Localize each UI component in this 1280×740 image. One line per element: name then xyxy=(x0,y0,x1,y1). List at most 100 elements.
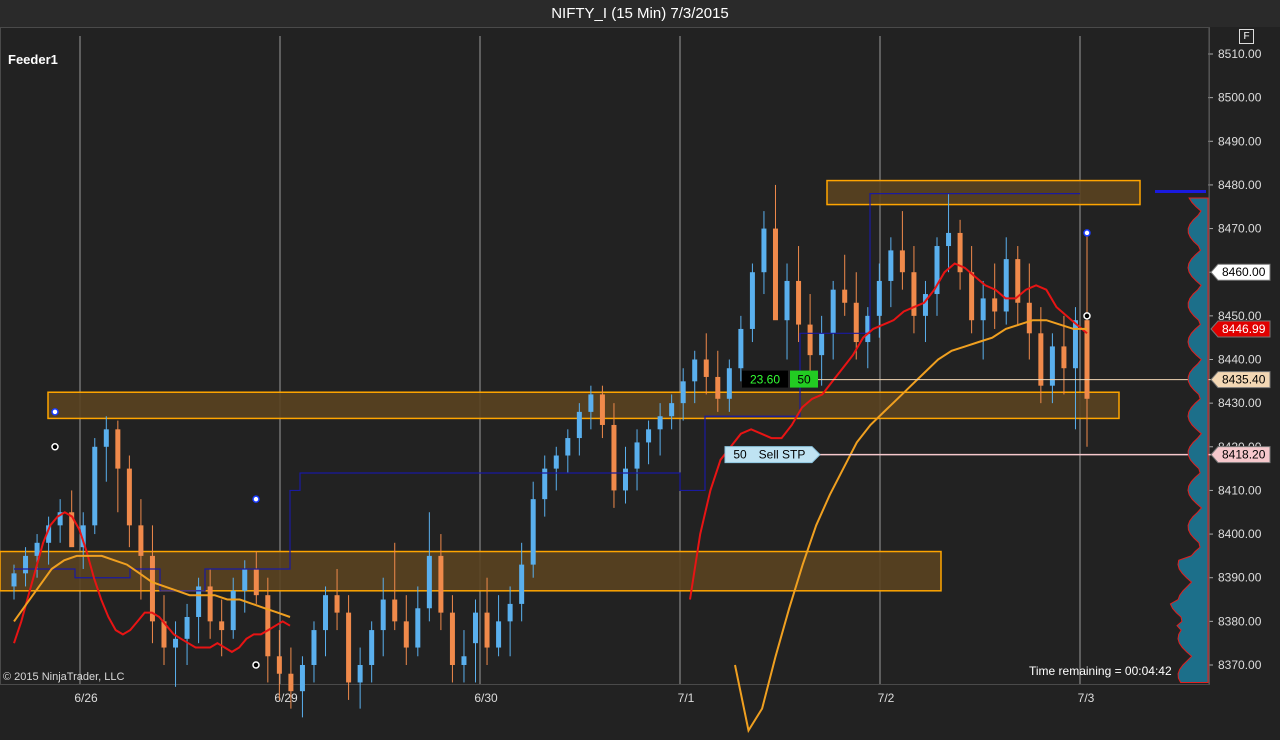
x-axis-label: 6/30 xyxy=(474,691,498,705)
panel-label: Feeder1 xyxy=(8,52,58,67)
candle-body xyxy=(703,359,709,377)
candle-body xyxy=(796,280,802,325)
candle-body xyxy=(357,665,363,683)
candle-body xyxy=(553,455,559,469)
x-axis-label: 6/26 xyxy=(74,691,98,705)
candle-body xyxy=(461,656,467,665)
candlestick-chart[interactable]: 6/26 6/29 6/30 7/1 7/2 7/3 8510.00 8500.00 8490.… xyxy=(0,0,1280,740)
candle-body xyxy=(288,673,294,692)
x-axis-label: 7/1 xyxy=(678,691,695,705)
candle-body xyxy=(496,621,502,648)
swing-point-marker xyxy=(51,443,59,451)
candle-body xyxy=(830,289,836,334)
candle-body xyxy=(242,568,248,591)
price-marker-label: 8460.00 xyxy=(1222,265,1266,279)
copyright-text: © 2015 NinjaTrader, LLC xyxy=(3,671,125,683)
candle-body xyxy=(484,612,490,648)
candle-body xyxy=(726,368,732,399)
candle-body xyxy=(149,555,155,622)
candle-body xyxy=(1038,333,1044,386)
swing-point-marker xyxy=(51,408,59,416)
swing-point-marker xyxy=(252,495,260,503)
candle-body xyxy=(772,228,778,321)
candle-body xyxy=(34,542,40,556)
supply-demand-zone xyxy=(826,179,1141,206)
candle-body xyxy=(876,280,882,316)
swing-point-marker xyxy=(1083,312,1091,320)
candle-body xyxy=(819,333,825,356)
candle-body xyxy=(738,328,744,369)
candle-body xyxy=(392,599,398,622)
candle-body xyxy=(588,394,594,412)
candle-body xyxy=(715,376,721,399)
y-axis-label: 8440.00 xyxy=(1218,353,1262,367)
candle-body xyxy=(380,599,386,631)
candle-body xyxy=(646,429,652,443)
candle-body xyxy=(323,595,329,631)
y-axis-label: 8510.00 xyxy=(1218,47,1262,61)
position-pnl: 23.60 xyxy=(750,373,780,387)
candle-body xyxy=(426,555,432,609)
candle-body xyxy=(1003,259,1009,312)
x-axis-label: 7/2 xyxy=(878,691,895,705)
candle-body xyxy=(346,612,352,683)
y-axis-label: 8380.00 xyxy=(1218,614,1262,628)
candle-body xyxy=(184,616,190,639)
y-axis-label: 8370.00 xyxy=(1218,658,1262,672)
time-remaining: Time remaining = 00:04:42 xyxy=(1029,664,1172,678)
candle-body xyxy=(369,630,375,665)
candle-body xyxy=(138,525,144,556)
candle-body xyxy=(634,442,640,469)
candle-body xyxy=(611,424,617,491)
candle-body xyxy=(11,573,17,587)
candle-body xyxy=(807,324,813,356)
stop-order-label: Sell STP xyxy=(759,448,806,462)
candle-body xyxy=(219,621,225,631)
candle-body xyxy=(415,608,421,648)
candle-body xyxy=(265,595,271,657)
candle-body xyxy=(853,302,859,343)
candle-body xyxy=(784,280,790,321)
supply-demand-zone xyxy=(47,391,1120,420)
candle-body xyxy=(946,232,952,247)
candle-body xyxy=(899,250,905,273)
candle-body xyxy=(253,568,259,596)
candle-body xyxy=(173,638,179,648)
position-quantity: 50 xyxy=(797,373,811,387)
candle-body xyxy=(103,429,109,447)
candle-body xyxy=(507,603,513,622)
candle-body xyxy=(911,272,917,316)
candle-body xyxy=(230,590,236,631)
candle-body xyxy=(969,272,975,321)
y-axis-label: 8480.00 xyxy=(1218,178,1262,192)
candle-body xyxy=(449,612,455,665)
candle-body xyxy=(115,429,121,469)
format-button[interactable]: F xyxy=(1239,29,1254,44)
candle-body xyxy=(334,595,340,613)
y-axis-label: 8390.00 xyxy=(1218,571,1262,585)
candle-body xyxy=(888,250,894,281)
candle-body xyxy=(980,298,986,321)
price-marker-label: 8435.40 xyxy=(1222,373,1266,387)
chart-window: NIFTY_I (15 Min) 7/3/2015 6/26 6/29 6/30 7/… xyxy=(0,0,1280,740)
price-marker-label: 8418.20 xyxy=(1222,448,1266,462)
candle-body xyxy=(1061,346,1067,369)
candle-body xyxy=(842,289,848,303)
candle-body xyxy=(749,272,755,329)
candle-body xyxy=(622,468,628,491)
candle-body xyxy=(657,416,663,430)
candle-body xyxy=(599,394,605,425)
swing-point-marker xyxy=(1083,229,1091,237)
candle-body xyxy=(207,586,213,622)
y-axis-label: 8470.00 xyxy=(1218,222,1262,236)
candle-body xyxy=(576,411,582,439)
candle-body xyxy=(680,381,686,404)
candle-body xyxy=(1026,302,1032,334)
x-axis-label: 6/29 xyxy=(274,691,298,705)
candle-body xyxy=(669,403,675,417)
candle-body xyxy=(530,499,536,565)
candle-body xyxy=(565,438,571,456)
candle-body xyxy=(299,665,305,692)
candle-body xyxy=(126,468,132,526)
candle-body xyxy=(276,656,282,674)
